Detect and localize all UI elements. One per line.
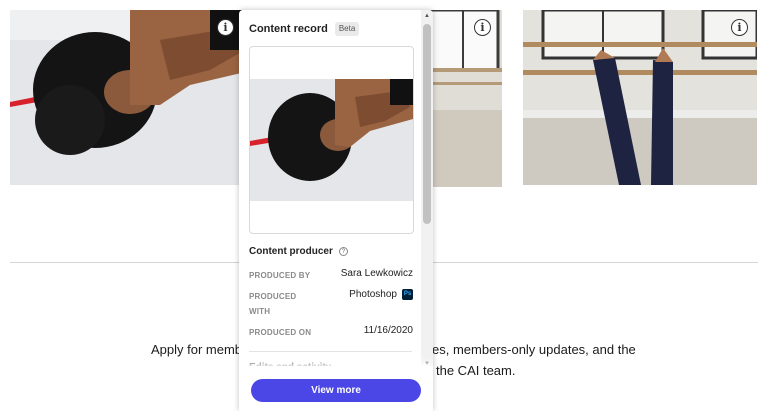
content-producer-label: Content producer <box>249 246 333 257</box>
produced-by-value: Sara Lewkowicz <box>340 268 413 279</box>
thumbnail-image <box>250 79 413 201</box>
panel-header: Content record Beta <box>249 22 360 36</box>
membership-text-end: es, members-only updates, and the <box>432 342 636 357</box>
content-record-panel[interactable]: Content record Beta Content producer ? P… <box>239 10 433 411</box>
beta-badge: Beta <box>334 22 360 36</box>
panel-scroll-area[interactable]: Content record Beta Content producer ? P… <box>239 10 421 411</box>
produced-with-value: Photoshop Ps <box>349 289 413 300</box>
content-thumbnail <box>249 46 414 234</box>
info-icon[interactable]: i <box>731 19 748 36</box>
panel-divider <box>249 351 412 352</box>
info-icon[interactable]: i <box>217 19 234 36</box>
help-icon[interactable]: ? <box>338 247 348 256</box>
produced-with-app: Photoshop <box>349 289 397 301</box>
produced-with-label: PRODUCED WITH <box>249 292 297 316</box>
gallery-photo-dancer-floor[interactable] <box>10 10 254 185</box>
view-more-button[interactable]: View more <box>251 379 421 402</box>
panel-title: Content record <box>249 23 328 35</box>
info-icon[interactable]: i <box>474 19 491 36</box>
produced-on-label: PRODUCED ON <box>249 328 312 337</box>
produced-by-label: PRODUCED BY <box>249 271 311 280</box>
scroll-up-arrow-icon[interactable]: ▲ <box>421 10 433 22</box>
content-producer-title: Content producer ? <box>249 246 348 257</box>
scrollbar-thumb[interactable] <box>423 24 431 224</box>
produced-on-value: 11/16/2020 <box>363 325 413 336</box>
membership-text-line2: the CAI team. <box>436 363 516 378</box>
gallery-photo-ballet-barre[interactable] <box>523 10 757 185</box>
panel-scrollbar[interactable]: ▲ ▼ <box>421 10 433 370</box>
photoshop-icon: Ps <box>402 289 413 300</box>
